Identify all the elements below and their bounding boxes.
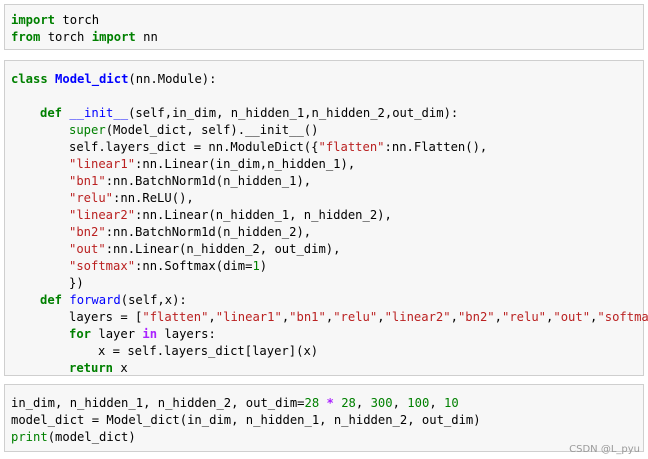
code-token-kw: import	[91, 30, 136, 44]
code-token: :nn.Flatten(),	[384, 140, 488, 154]
code-line: "out":nn.Linear(n_hidden_2, out_dim),	[11, 241, 341, 258]
code-token: :nn.Softmax(dim=	[135, 259, 253, 273]
code-token-fn: forward	[69, 293, 121, 307]
code-token: layers:	[157, 327, 216, 341]
code-token-str: "relu"	[333, 310, 378, 324]
code-line: "linear1":nn.Linear(in_dim,n_hidden_1),	[11, 156, 355, 173]
code-token: :nn.Linear(in_dim,n_hidden_1),	[135, 157, 356, 171]
code-cell-model-class[interactable]: class Model_dict(nn.Module): def __init__…	[4, 60, 648, 377]
code-line: model_dict = Model_dict(in_dim, n_hidden…	[11, 412, 481, 429]
code-token-str: "bn2"	[69, 225, 106, 239]
code-token-str: "softmax"	[69, 259, 136, 273]
code-token: ,	[450, 310, 458, 324]
code-token: layers = [	[69, 310, 143, 324]
code-token-op: *	[326, 396, 334, 410]
code-token-kw: import	[11, 13, 56, 27]
code-line: for layer in layers:	[11, 326, 216, 343]
code-token: ,	[392, 396, 408, 410]
code-line: def forward(self,x):	[11, 292, 187, 309]
code-token-num: 10	[444, 396, 459, 410]
watermark: CSDN @L_pyu	[569, 444, 640, 455]
code-token: x = self.layers_dict[layer](x)	[98, 344, 319, 358]
code-token: ,	[208, 310, 216, 324]
code-token: :nn.BatchNorm1d(n_hidden_2),	[105, 225, 312, 239]
code-token: :nn.ReLU(),	[113, 191, 194, 205]
code-token: self.layers_dict = nn.ModuleDict({	[69, 140, 319, 154]
code-line: in_dim, n_hidden_1, n_hidden_2, out_dim=…	[11, 395, 459, 412]
code-token: })	[69, 276, 84, 290]
code-token-str: "softmax"	[597, 310, 648, 324]
code-line: "linear2":nn.Linear(n_hidden_1, n_hidden…	[11, 207, 392, 224]
code-token: layer	[91, 327, 143, 341]
code-line: import torch	[11, 12, 99, 29]
code-token-kw: def	[40, 293, 63, 307]
code-line: "bn2":nn.BatchNorm1d(n_hidden_2),	[11, 224, 311, 241]
code-token-cls: Model_dict	[55, 72, 129, 86]
code-line: })	[11, 275, 84, 292]
code-token-kw: return	[69, 361, 114, 375]
code-token: (self,x):	[120, 293, 187, 307]
code-token: torch	[55, 13, 100, 27]
code-token-str: "linear1"	[69, 157, 136, 171]
code-line: "bn1":nn.BatchNorm1d(n_hidden_1),	[11, 173, 311, 190]
code-token: x	[113, 361, 128, 375]
code-line: super(Model_dict, self).__init__()	[11, 122, 318, 139]
code-line: layers = ["flatten","linear1","bn1","rel…	[11, 309, 648, 326]
code-token-fn: __init__	[69, 106, 129, 120]
code-token-kw: class	[11, 72, 48, 86]
code-token: nn	[135, 30, 158, 44]
code-token: ,	[429, 396, 444, 410]
code-token-str: "relu"	[69, 191, 114, 205]
code-token-str: "bn1"	[69, 174, 106, 188]
code-token: ,	[377, 310, 385, 324]
code-cell-instantiate[interactable]: in_dim, n_hidden_1, n_hidden_2, out_dim=…	[4, 384, 644, 452]
code-token-num: 28	[341, 396, 356, 410]
code-token-str: "linear1"	[215, 310, 282, 324]
code-token-str: "linear2"	[69, 208, 136, 222]
code-token: ,	[494, 310, 502, 324]
code-token: model_dict = Model_dict(in_dim, n_hidden…	[11, 413, 481, 427]
code-line: "softmax":nn.Softmax(dim=1)	[11, 258, 267, 275]
code-token: (model_dict)	[47, 430, 136, 444]
code-line: "relu":nn.ReLU(),	[11, 190, 194, 207]
code-token-str: "out"	[553, 310, 591, 324]
code-token-num: 100	[407, 396, 430, 410]
code-token: (nn.Module):	[128, 72, 217, 86]
code-line: def __init__(self,in_dim, n_hidden_1,n_h…	[11, 105, 458, 122]
code-token-str: "flatten"	[142, 310, 209, 324]
code-token: torch	[40, 30, 92, 44]
code-token-str: "relu"	[501, 310, 547, 324]
code-token-bi: print	[11, 430, 48, 444]
code-token: :nn.Linear(n_hidden_2, out_dim),	[105, 242, 341, 256]
code-token-kw: from	[11, 30, 41, 44]
code-token-str: "linear2"	[384, 310, 451, 324]
code-token: :nn.BatchNorm1d(n_hidden_1),	[105, 174, 312, 188]
code-token: )	[259, 259, 268, 273]
code-line: class Model_dict(nn.Module):	[11, 71, 216, 88]
code-token-op: in	[142, 327, 158, 341]
code-token-str: "out"	[69, 242, 106, 256]
code-token-str: "flatten"	[318, 140, 385, 154]
code-token: (Model_dict, self).__init__()	[105, 123, 319, 137]
code-token: (self,in_dim, n_hidden_1,n_hidden_2,out_…	[128, 106, 459, 120]
code-line: print(model_dict)	[11, 429, 136, 446]
code-token-num: 28	[304, 396, 320, 410]
code-token-str: "bn1"	[289, 310, 326, 324]
code-token-bi: super	[69, 123, 106, 137]
code-line: return x	[11, 360, 128, 377]
code-token-kw: for	[69, 327, 92, 341]
code-token: ,	[355, 396, 371, 410]
code-line: self.layers_dict = nn.ModuleDict({"flatt…	[11, 139, 487, 156]
code-token-str: "bn2"	[457, 310, 495, 324]
code-token-kw: def	[40, 106, 63, 120]
code-token: :nn.Linear(n_hidden_1, n_hidden_2),	[135, 208, 392, 222]
code-line: from torch import nn	[11, 29, 158, 46]
code-cell-imports[interactable]: import torch from torch import nn	[4, 4, 644, 50]
code-token-num: 300	[370, 396, 393, 410]
code-token: in_dim, n_hidden_1, n_hidden_2, out_dim=	[11, 396, 305, 410]
code-token-num: 1	[252, 259, 260, 273]
code-line: x = self.layers_dict[layer](x)	[11, 343, 318, 360]
